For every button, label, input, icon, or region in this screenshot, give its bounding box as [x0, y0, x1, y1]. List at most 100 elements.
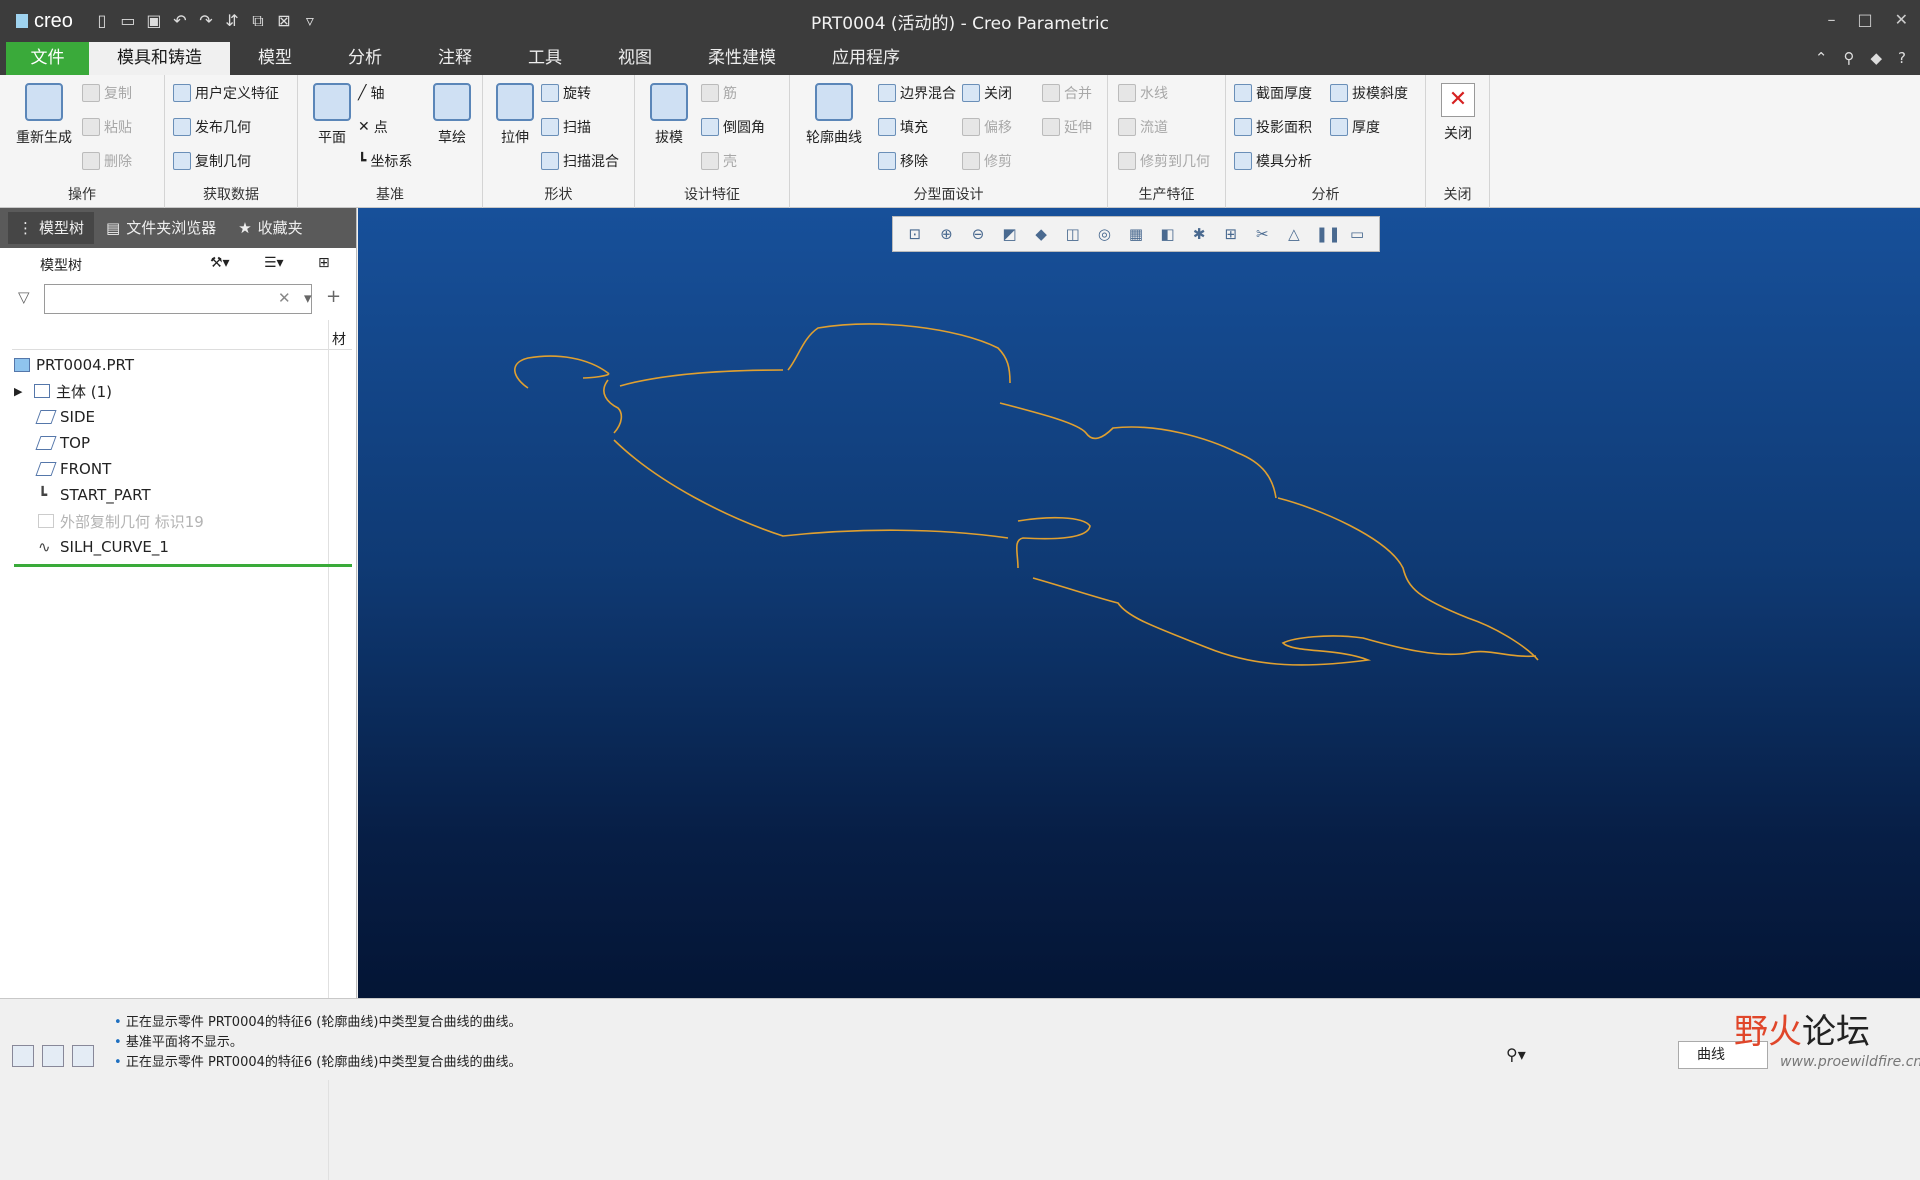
graphics-area[interactable]: ⊡ ⊕ ⊖ ◩ ◆ ◫ ◎ ▦ ◧ ✱ ⊞ ✂ △ ❚❚ ▭ — [358, 208, 1920, 998]
revolve-button[interactable]: 旋转 — [541, 83, 591, 103]
tree-filter-settings-icon[interactable]: ⊞ — [318, 255, 330, 271]
waterline-button[interactable]: 水线 — [1118, 83, 1168, 103]
insert-indicator[interactable] — [14, 564, 352, 567]
tree-settings-icon[interactable]: ⚒▾ — [210, 255, 230, 271]
collapse-ribbon-icon[interactable]: ⌃ — [1815, 42, 1828, 75]
close-window-icon[interactable]: ⊠ — [273, 10, 295, 32]
draft-check-button[interactable]: 拔模斜度 — [1330, 83, 1408, 103]
fullscreen-icon[interactable] — [72, 1045, 94, 1067]
sweep-button[interactable]: 扫描 — [541, 117, 591, 137]
sketch-button[interactable]: 草绘 — [422, 83, 482, 147]
tab-analysis[interactable]: 分析 — [320, 42, 410, 75]
paste-button[interactable]: 粘贴 — [82, 117, 132, 137]
copy-geometry-button[interactable]: 复制几何 — [173, 151, 251, 171]
maximize-button[interactable]: □ — [1857, 10, 1872, 29]
tab-applications[interactable]: 应用程序 — [804, 42, 928, 75]
plane-button[interactable]: 平面 — [302, 83, 362, 147]
round-button[interactable]: 倒圆角 — [701, 117, 765, 137]
group-label-get-data[interactable]: 获取数据 — [165, 184, 297, 204]
tab-folder-browser[interactable]: ▤ 文件夹浏览器 — [96, 212, 226, 244]
windows-icon[interactable]: ⧉ — [247, 10, 269, 32]
regenerate-icon[interactable]: ⇵ — [221, 10, 243, 32]
section-thickness-button[interactable]: 截面厚度 — [1234, 83, 1312, 103]
tree-node-top[interactable]: TOP — [14, 430, 344, 456]
tree-node-front[interactable]: FRONT — [14, 456, 344, 482]
group-label-datum[interactable]: 基准 — [298, 184, 482, 204]
offset-button[interactable]: 偏移 — [962, 117, 1012, 137]
extrude-button[interactable]: 拉伸 — [485, 83, 545, 147]
merge-button[interactable]: 合并 — [1042, 83, 1092, 103]
tree-node-external-copy-geom[interactable]: 外部复制几何 标识19 — [14, 508, 344, 534]
group-label-parting[interactable]: 分型面设计 — [790, 184, 1107, 204]
regenerate-button[interactable]: 重新生成 — [8, 83, 80, 147]
copy-geometry-icon — [38, 514, 54, 528]
udf-button[interactable]: 用户定义特征 — [173, 83, 279, 103]
rib-button[interactable]: 筋 — [701, 83, 737, 103]
learning-icon[interactable]: ◆ — [1870, 42, 1882, 75]
tree-node-start-part[interactable]: ┗ START_PART — [14, 482, 344, 508]
redo-icon[interactable]: ↷ — [195, 10, 217, 32]
axis-button[interactable]: ╱ 轴 — [358, 83, 384, 103]
close-button[interactable]: ✕ — [1895, 10, 1908, 29]
remove-button[interactable]: 移除 — [878, 151, 928, 171]
clear-icon[interactable]: ✕ — [278, 289, 291, 307]
column-material[interactable]: 材 — [332, 329, 346, 349]
silhouette-curve-drawing[interactable] — [358, 208, 1920, 998]
mold-analysis-button[interactable]: 模具分析 — [1234, 151, 1312, 171]
thickness-button[interactable]: 厚度 — [1330, 117, 1380, 137]
customize-qat-icon[interactable]: ▿ — [299, 10, 321, 32]
tree-node-part[interactable]: PRT0004.PRT — [14, 352, 344, 378]
add-filter-icon[interactable]: + — [326, 286, 341, 307]
boundary-blend-button[interactable]: 边界混合 — [878, 83, 956, 103]
publish-geometry-button[interactable]: 发布几何 — [173, 117, 251, 137]
tab-model[interactable]: 模型 — [230, 42, 320, 75]
navigator-toggle-icon[interactable] — [12, 1045, 34, 1067]
open-file-icon[interactable]: ▭ — [117, 10, 139, 32]
close-mold-button[interactable]: ✕ 关闭 — [1428, 83, 1488, 143]
filter-dropdown-icon[interactable]: ▾ — [304, 289, 312, 307]
tree-search-input[interactable] — [44, 284, 312, 314]
projected-area-button[interactable]: 投影面积 — [1234, 117, 1312, 137]
tab-favorites[interactable]: ★ 收藏夹 — [228, 212, 312, 244]
tab-view[interactable]: 视图 — [590, 42, 680, 75]
tab-flexible-modeling[interactable]: 柔性建模 — [680, 42, 804, 75]
group-label-operations[interactable]: 操作 — [0, 184, 164, 204]
swept-blend-button[interactable]: 扫描混合 — [541, 151, 619, 171]
trim-to-geometry-button[interactable]: 修剪到几何 — [1118, 151, 1210, 171]
new-file-icon[interactable]: ▯ — [91, 10, 113, 32]
tab-tools[interactable]: 工具 — [500, 42, 590, 75]
save-icon[interactable]: ▣ — [143, 10, 165, 32]
copy-button[interactable]: 复制 — [82, 83, 132, 103]
delete-button[interactable]: 删除 — [82, 151, 132, 171]
draft-button[interactable]: 拔模 — [639, 83, 699, 147]
ribbon: 重新生成 复制 粘贴 删除 操作 用户定义特征 发布几何 复制几何 获取数据 平… — [0, 75, 1920, 208]
browser-toggle-icon[interactable] — [42, 1045, 64, 1067]
tab-file[interactable]: 文件 — [6, 42, 89, 75]
trim-button[interactable]: 修剪 — [962, 151, 1012, 171]
tree-node-side[interactable]: SIDE — [14, 404, 344, 430]
group-label-shapes[interactable]: 形状 — [483, 184, 634, 204]
group-label-engineering[interactable]: 设计特征 — [635, 184, 789, 204]
tree-node-body[interactable]: ▶ 主体 (1) — [14, 378, 344, 404]
csys-button[interactable]: ┗ 坐标系 — [358, 151, 412, 171]
tree-show-icon[interactable]: ☰▾ — [264, 255, 284, 271]
tab-mold-casting[interactable]: 模具和铸造 — [89, 42, 230, 75]
search-icon[interactable]: ⚲ — [1843, 42, 1854, 75]
undo-icon[interactable]: ↶ — [169, 10, 191, 32]
tab-annotate[interactable]: 注释 — [410, 42, 500, 75]
extend-button[interactable]: 延伸 — [1042, 117, 1092, 137]
help-icon[interactable]: ? — [1898, 42, 1906, 75]
silhouette-curve-button[interactable]: 轮廓曲线 — [796, 83, 872, 147]
runner-button[interactable]: 流道 — [1118, 117, 1168, 137]
fill-button[interactable]: 填充 — [878, 117, 928, 137]
point-button[interactable]: ✕ 点 — [358, 117, 388, 137]
close-surface-button[interactable]: 关闭 — [962, 83, 1012, 103]
find-icon[interactable]: ⚲▾ — [1506, 1045, 1526, 1064]
tab-model-tree[interactable]: ⋮ 模型树 — [8, 212, 95, 244]
tree-header: 模型树 ⚒▾ ☰▾ ⊞ — [0, 248, 356, 282]
expand-icon[interactable]: ▶ — [14, 385, 28, 398]
shell-button[interactable]: 壳 — [701, 151, 737, 171]
sweep-icon — [541, 118, 559, 136]
minimize-button[interactable]: – — [1827, 10, 1835, 29]
tree-node-silh-curve[interactable]: ∿ SILH_CURVE_1 — [14, 534, 344, 560]
